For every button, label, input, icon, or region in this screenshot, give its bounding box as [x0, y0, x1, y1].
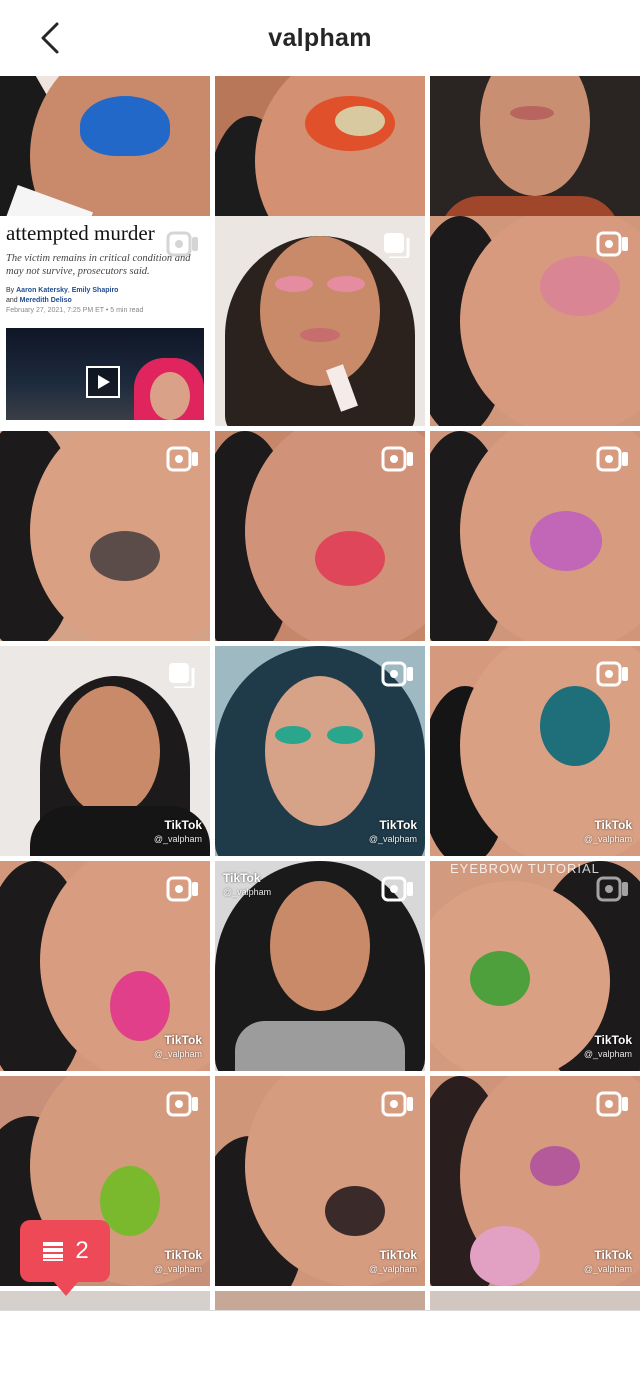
- post-tile[interactable]: TikTok @_valpham: [215, 646, 425, 856]
- post-tile[interactable]: [215, 216, 425, 426]
- post-tile[interactable]: [0, 1291, 210, 1310]
- tiktok-watermark: TikTok @_valpham: [583, 1033, 632, 1059]
- video-icon: [596, 446, 628, 472]
- tiktok-watermark: TikTok @_valpham: [368, 1248, 417, 1274]
- back-button[interactable]: [30, 18, 70, 58]
- tiktok-watermark: TikTok @_valpham: [153, 818, 202, 844]
- posts-grid: attempted murder The victim remains in c…: [0, 76, 640, 1310]
- video-icon: [596, 661, 628, 687]
- video-icon: [166, 876, 198, 902]
- video-icon: [596, 876, 628, 902]
- post-tile[interactable]: [215, 1291, 425, 1310]
- overlay-caption: EYEBROW TUTORIAL: [450, 861, 600, 876]
- carousel-icon: [169, 663, 195, 688]
- top-bar: valpham: [0, 0, 640, 76]
- notification-count: 2: [75, 1237, 89, 1264]
- video-icon: [166, 1091, 198, 1117]
- video-icon: [381, 1091, 413, 1117]
- video-icon: [381, 876, 413, 902]
- posts-icon: [43, 1242, 64, 1261]
- tiktok-watermark: TikTok @_valpham: [368, 818, 417, 844]
- post-tile[interactable]: EYEBROW TUTORIAL TikTok @_valpham: [430, 861, 640, 1071]
- post-tile[interactable]: [0, 431, 210, 641]
- post-tile[interactable]: [430, 216, 640, 426]
- video-icon: [596, 1091, 628, 1117]
- video-icon: [381, 661, 413, 687]
- tiktok-watermark: TikTok @_valpham: [583, 818, 632, 844]
- news-byline: By Aaron Katersky, Emily Shapiro and Mer…: [6, 287, 144, 314]
- post-tile[interactable]: TikTok @_valpham: [0, 646, 210, 856]
- post-tile[interactable]: TikTok @_valpham: [430, 646, 640, 856]
- post-tile[interactable]: TikTok @_valpham: [215, 1076, 425, 1286]
- post-tile[interactable]: TikTok @_valpham: [215, 861, 425, 1071]
- video-icon: [596, 231, 628, 257]
- video-icon: [166, 231, 198, 257]
- play-icon[interactable]: [86, 366, 120, 398]
- post-tile[interactable]: [430, 1291, 640, 1310]
- post-tile[interactable]: [215, 431, 425, 641]
- post-tile[interactable]: [430, 431, 640, 641]
- chevron-left-icon: [41, 22, 59, 54]
- tiktok-watermark: TikTok @_valpham: [153, 1033, 202, 1059]
- profile-username: valpham: [268, 23, 372, 52]
- post-tile[interactable]: TikTok @_valpham: [430, 1076, 640, 1286]
- carousel-icon: [384, 233, 410, 258]
- tiktok-watermark: TikTok @_valpham: [153, 1248, 202, 1274]
- post-tile[interactable]: TikTok @_valpham: [0, 861, 210, 1071]
- video-icon: [381, 446, 413, 472]
- tiktok-watermark: TikTok @_valpham: [583, 1248, 632, 1274]
- tiktok-watermark: TikTok @_valpham: [223, 871, 272, 897]
- new-posts-notification[interactable]: 2: [20, 1220, 110, 1296]
- home-active-dot: [0, 1310, 640, 1386]
- news-article-post[interactable]: attempted murder The victim remains in c…: [0, 216, 210, 426]
- video-icon: [166, 446, 198, 472]
